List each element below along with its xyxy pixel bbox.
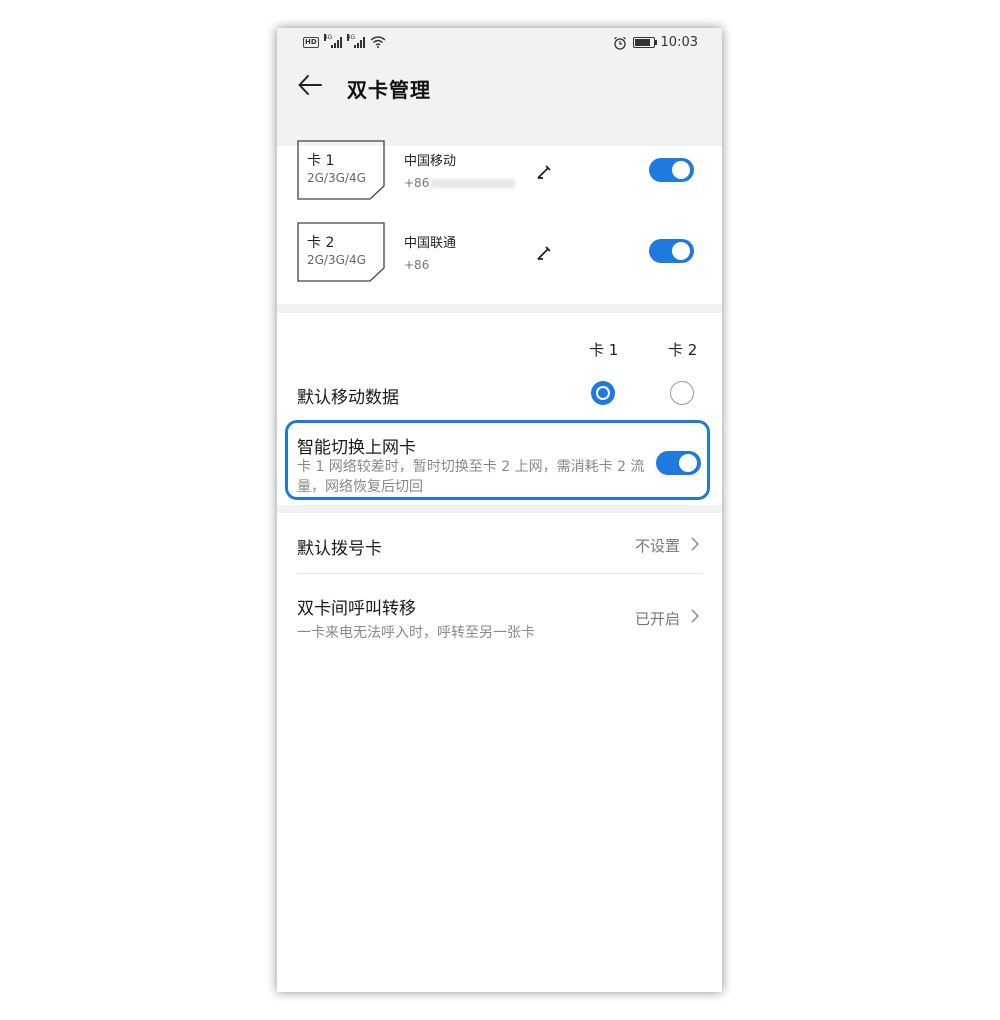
sim-network-types: 2G/3G/4G — [307, 171, 366, 185]
title-bar — [277, 62, 722, 146]
column-header-sim-1: 卡 1 — [589, 341, 619, 359]
edit-pencil-icon[interactable] — [535, 244, 553, 262]
default-data-radio-sim-1[interactable] — [591, 381, 615, 405]
carrier-name: 中国移动 — [404, 154, 457, 169]
smart-switch-description: 卡 1 网络较差时，暂时切换至卡 2 上网，需消耗卡 2 流量，网络恢复后切回 — [297, 459, 645, 495]
smart-switch-title: 智能切换上网卡 — [297, 438, 416, 458]
phone-number: +86 — [404, 258, 430, 272]
phone-screen: HD 4G 4G 10:03 双卡管理 卡 1 2G/3G/4G 中国移动 +8… — [277, 28, 722, 992]
smart-switch-toggle[interactable] — [656, 451, 701, 475]
battery-icon — [632, 37, 657, 48]
status-bar: HD 4G 4G 10:03 — [277, 28, 722, 62]
call-forward-description: 一卡来电无法呼入时，呼转至另一张卡 — [297, 625, 535, 641]
default-dial-value: 不设置 — [634, 537, 680, 555]
chevron-right-icon — [691, 537, 700, 551]
sim-card-2: 卡 2 2G/3G/4G — [297, 222, 385, 282]
sim-2-toggle[interactable] — [649, 239, 694, 263]
sim-network-types: 2G/3G/4G — [307, 253, 366, 267]
signal-icon-2: 4G — [346, 33, 365, 48]
carrier-name: 中国联通 — [404, 236, 457, 251]
call-forward-value: 已开启 — [634, 610, 680, 628]
chevron-right-icon — [691, 609, 700, 623]
column-header-sim-2: 卡 2 — [668, 341, 698, 359]
list-separator — [297, 573, 702, 574]
page-title: 双卡管理 — [347, 78, 431, 102]
wifi-icon — [370, 36, 386, 48]
phone-number: +86 — [404, 176, 516, 190]
back-arrow-icon[interactable] — [297, 72, 323, 98]
call-forward-label: 双卡间呼叫转移 — [297, 599, 416, 619]
sim-card-label: 卡 2 — [307, 235, 335, 251]
sim-card-icon — [297, 140, 385, 200]
status-left: HD 4G 4G — [303, 33, 386, 48]
redacted-number — [431, 179, 516, 188]
default-data-radio-sim-2[interactable] — [670, 381, 694, 405]
hd-icon: HD — [303, 36, 319, 48]
sim-1-toggle[interactable] — [649, 158, 694, 182]
alarm-icon — [613, 36, 626, 50]
sim-card-icon — [297, 222, 385, 282]
section-divider — [277, 505, 722, 513]
default-data-label: 默认移动数据 — [297, 388, 399, 408]
sim-card-1: 卡 1 2G/3G/4G — [297, 140, 385, 200]
clock: 10:03 — [660, 35, 698, 50]
section-divider — [277, 304, 722, 313]
sim-card-label: 卡 1 — [307, 153, 335, 169]
status-right: 10:03 — [613, 35, 698, 50]
default-dial-label: 默认拨号卡 — [297, 539, 382, 559]
signal-icon: 4G — [323, 33, 342, 48]
edit-pencil-icon[interactable] — [535, 163, 553, 181]
